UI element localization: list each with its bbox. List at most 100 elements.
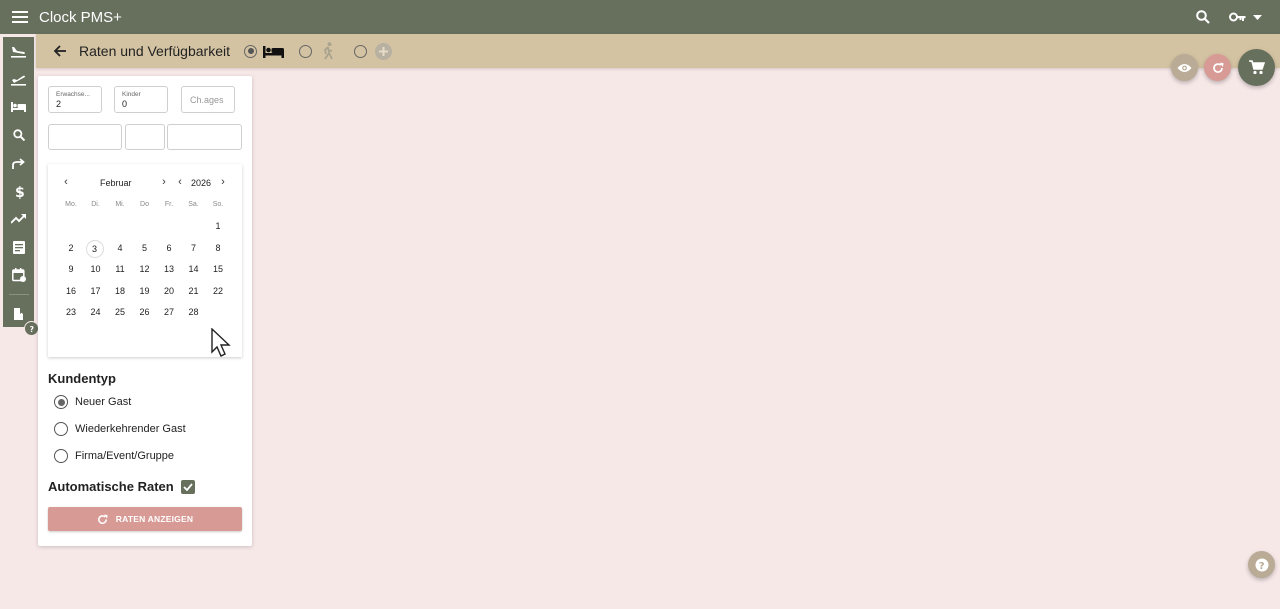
arrival-date-field[interactable] (48, 124, 122, 150)
children-label: Kinder (122, 91, 141, 98)
show-rates-label: RATEN ANZEIGEN (115, 514, 194, 524)
next-month-chevron-icon[interactable]: › (159, 176, 169, 188)
calendar-day[interactable]: 26 (135, 304, 155, 321)
help-icon[interactable]: ? (24, 321, 39, 336)
menu-icon[interactable] (2, 0, 38, 34)
cart-button[interactable] (1238, 49, 1275, 86)
radio-new-guest[interactable] (54, 395, 68, 409)
calendar-day[interactable]: 20 (159, 283, 179, 300)
page-header-bar: Raten und Verfügbarkeit (36, 34, 1280, 68)
calendar-day[interactable]: 6 (159, 240, 179, 257)
show-rates-button[interactable]: RATEN ANZEIGEN (48, 507, 242, 531)
weekday-label: Do (140, 201, 149, 208)
departure-icon[interactable] (3, 65, 34, 93)
calendar-day[interactable]: 3 (85, 239, 104, 258)
prev-year-chevron-icon[interactable]: ‹ (175, 176, 185, 188)
customer-type-title: Kundentyp (48, 371, 116, 386)
sidebar-divider (8, 294, 29, 295)
svg-text:?: ? (29, 325, 33, 333)
calendar-day[interactable]: 2 (61, 240, 81, 257)
option-label: Neuer Gast (75, 396, 132, 408)
departure-date-field[interactable] (167, 124, 242, 150)
weekday-label: Sa. (188, 201, 199, 208)
refresh-icon (97, 514, 108, 525)
mode-radio-stay[interactable] (244, 44, 257, 58)
eye-icon (1177, 63, 1192, 73)
nights-field[interactable] (125, 124, 165, 150)
help-button[interactable]: ? (1248, 551, 1275, 578)
check-icon (183, 482, 193, 491)
adults-value: 2 (56, 99, 62, 109)
search-icon[interactable] (3, 121, 34, 149)
child-ages-field[interactable]: Ch.ages (181, 86, 235, 113)
refresh-button[interactable] (1204, 54, 1231, 81)
forward-icon[interactable] (3, 149, 34, 177)
report-icon[interactable] (3, 233, 34, 261)
calendar-day[interactable]: 4 (110, 240, 130, 257)
search-icon[interactable] (1188, 2, 1218, 32)
help-icon: ? (1255, 558, 1269, 572)
calendar-day[interactable]: 12 (135, 261, 155, 278)
calendar-day[interactable]: 17 (86, 283, 106, 300)
app-title: Clock PMS+ (39, 8, 122, 26)
side-navigation: $ (3, 37, 34, 327)
calendar-icon[interactable] (3, 261, 34, 289)
calendar-day[interactable]: 14 (184, 261, 204, 278)
calendar-day[interactable]: 23 (61, 304, 81, 321)
radio-company-event-group[interactable] (54, 449, 68, 463)
preview-eye-button[interactable] (1171, 54, 1198, 81)
mode-radio-walk-in[interactable] (299, 44, 312, 58)
booking-mode-group (244, 39, 395, 63)
calendar-day[interactable]: 15 (208, 261, 228, 278)
dollar-icon[interactable]: $ (3, 177, 34, 205)
trending-icon[interactable] (3, 205, 34, 233)
option-label: Wiederkehrender Gast (75, 423, 186, 435)
prev-month-chevron-icon[interactable]: ‹ (61, 176, 71, 188)
adults-label: Erwachse... (56, 91, 90, 98)
calendar-day[interactable]: 21 (184, 283, 204, 300)
calendar-day[interactable]: 19 (135, 283, 155, 300)
customer-type-new-guest[interactable]: Neuer Gast (54, 395, 131, 409)
calendar-day[interactable]: 18 (110, 283, 130, 300)
weekday-label: Di. (91, 201, 100, 208)
arrival-icon[interactable] (3, 37, 34, 65)
calendar-year[interactable]: 2026 (191, 178, 211, 188)
walking-icon (316, 39, 340, 63)
calendar-day[interactable]: 1 (208, 218, 228, 235)
automatic-rates-checkbox[interactable] (180, 479, 195, 494)
calendar-day[interactable]: 24 (86, 304, 106, 321)
rate-search-panel: Erwachse... 2 Kinder 0 Ch.ages ‹ Februar… (38, 76, 252, 546)
page-title: Raten und Verfügbarkeit (79, 43, 230, 59)
child-ages-placeholder: Ch.ages (190, 95, 224, 105)
weekday-label: Mo. (65, 201, 77, 208)
calendar-day[interactable]: 27 (159, 304, 179, 321)
calendar-day[interactable]: 16 (61, 283, 81, 300)
top-app-bar: Clock PMS+ (0, 0, 1280, 34)
cart-icon (1248, 60, 1265, 75)
customer-type-company-event-group[interactable]: Firma/Event/Gruppe (54, 449, 174, 463)
calendar-day[interactable]: 8 (208, 240, 228, 257)
calendar-day[interactable]: 10 (86, 261, 106, 278)
customer-type-returning-guest[interactable]: Wiederkehrender Gast (54, 422, 186, 436)
bed-icon[interactable] (3, 93, 34, 121)
next-year-chevron-icon[interactable]: › (218, 176, 228, 188)
svg-text:$: $ (15, 185, 24, 199)
calendar-day[interactable]: 13 (159, 261, 179, 278)
calendar-day[interactable]: 11 (110, 261, 130, 278)
calendar-day[interactable]: 7 (184, 240, 204, 257)
calendar-month[interactable]: Februar (100, 178, 132, 188)
calendar-day[interactable]: 28 (184, 304, 204, 321)
calendar-day[interactable]: 25 (110, 304, 130, 321)
calendar-day[interactable]: 22 (208, 283, 228, 300)
radio-returning-guest[interactable] (54, 422, 68, 436)
key-icon[interactable] (1226, 2, 1248, 32)
children-field[interactable]: Kinder 0 (114, 86, 168, 113)
back-arrow-icon[interactable] (46, 38, 72, 64)
chevron-down-icon[interactable] (1248, 2, 1266, 32)
automatic-rates-label: Automatische Raten (48, 479, 174, 494)
svg-text:?: ? (1258, 561, 1264, 572)
adults-field[interactable]: Erwachse... 2 (48, 86, 102, 113)
calendar-day[interactable]: 9 (61, 261, 81, 278)
calendar-day[interactable]: 5 (135, 240, 155, 257)
mode-radio-extra[interactable] (354, 44, 367, 58)
